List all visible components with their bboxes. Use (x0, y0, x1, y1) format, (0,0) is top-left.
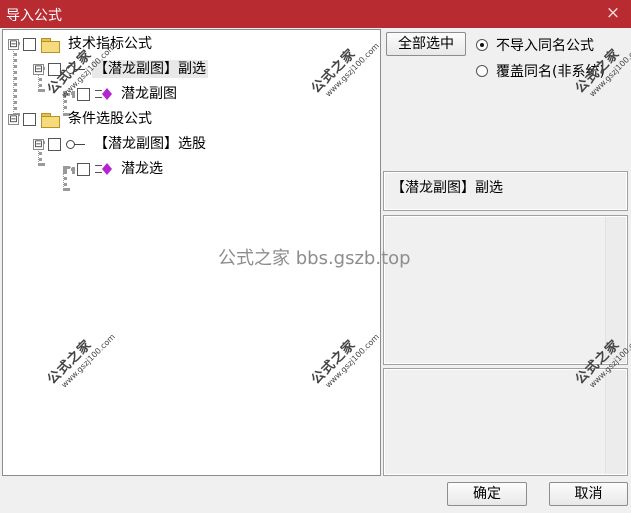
tree-node-qianlong-select[interactable]: 潜龙选 (77, 158, 165, 180)
radio-button-checked[interactable] (476, 39, 488, 51)
select-all-button[interactable]: 全部选中 (386, 32, 466, 56)
checkbox[interactable] (23, 112, 36, 126)
checkbox[interactable] (48, 137, 61, 151)
cancel-button[interactable]: 取消 (549, 482, 628, 506)
key-icon (66, 138, 86, 150)
folder-icon (41, 112, 60, 128)
ok-button[interactable]: 确定 (447, 482, 527, 506)
formula-description-pane[interactable] (383, 215, 628, 365)
tree-node-label: 潜龙选 (121, 161, 163, 177)
checkbox[interactable] (77, 87, 90, 101)
watermark-center: 公式之家 bbs.gszb.top (218, 248, 411, 269)
tree-node-label: 潜龙副图 (121, 86, 177, 102)
window-title: 导入公式 (6, 8, 62, 24)
collapse-icon[interactable]: ⊟ (33, 138, 44, 150)
tree-node-qianlong-stock-select[interactable]: ⊟ 【潜龙副图】选股 (33, 133, 208, 155)
tree-connector (63, 167, 75, 171)
tree-node-label: 【潜龙副图】副选 (92, 60, 208, 78)
title-bar: 导入公式 × (0, 0, 631, 28)
formula-icon (95, 86, 113, 102)
radio-button[interactable] (476, 65, 488, 77)
tree-node-screening-formulas[interactable]: ⊟ 条件选股公式 (8, 108, 154, 130)
formula-icon (95, 161, 113, 177)
checkbox[interactable] (23, 37, 36, 51)
collapse-icon[interactable]: ⊟ (33, 63, 44, 75)
radio-label: 不导入同名公式 (496, 38, 594, 54)
tree-node-label: 【潜龙副图】选股 (94, 136, 206, 152)
selected-formula-name: 【潜龙副图】副选 (391, 180, 503, 196)
checkbox[interactable] (77, 162, 90, 176)
folder-icon (41, 37, 60, 53)
close-icon[interactable]: × (603, 3, 623, 23)
radio-skip-duplicates[interactable]: 不导入同名公式 (476, 35, 594, 55)
tree-node-qianlong-chart[interactable]: 潜龙副图 (77, 83, 179, 105)
collapse-icon[interactable]: ⊟ (8, 38, 19, 50)
formula-name-pane: 【潜龙副图】副选 (383, 171, 628, 211)
scrollbar[interactable] (605, 370, 626, 474)
tree-node-label: 条件选股公式 (68, 111, 152, 127)
collapse-icon[interactable]: ⊟ (8, 113, 19, 125)
